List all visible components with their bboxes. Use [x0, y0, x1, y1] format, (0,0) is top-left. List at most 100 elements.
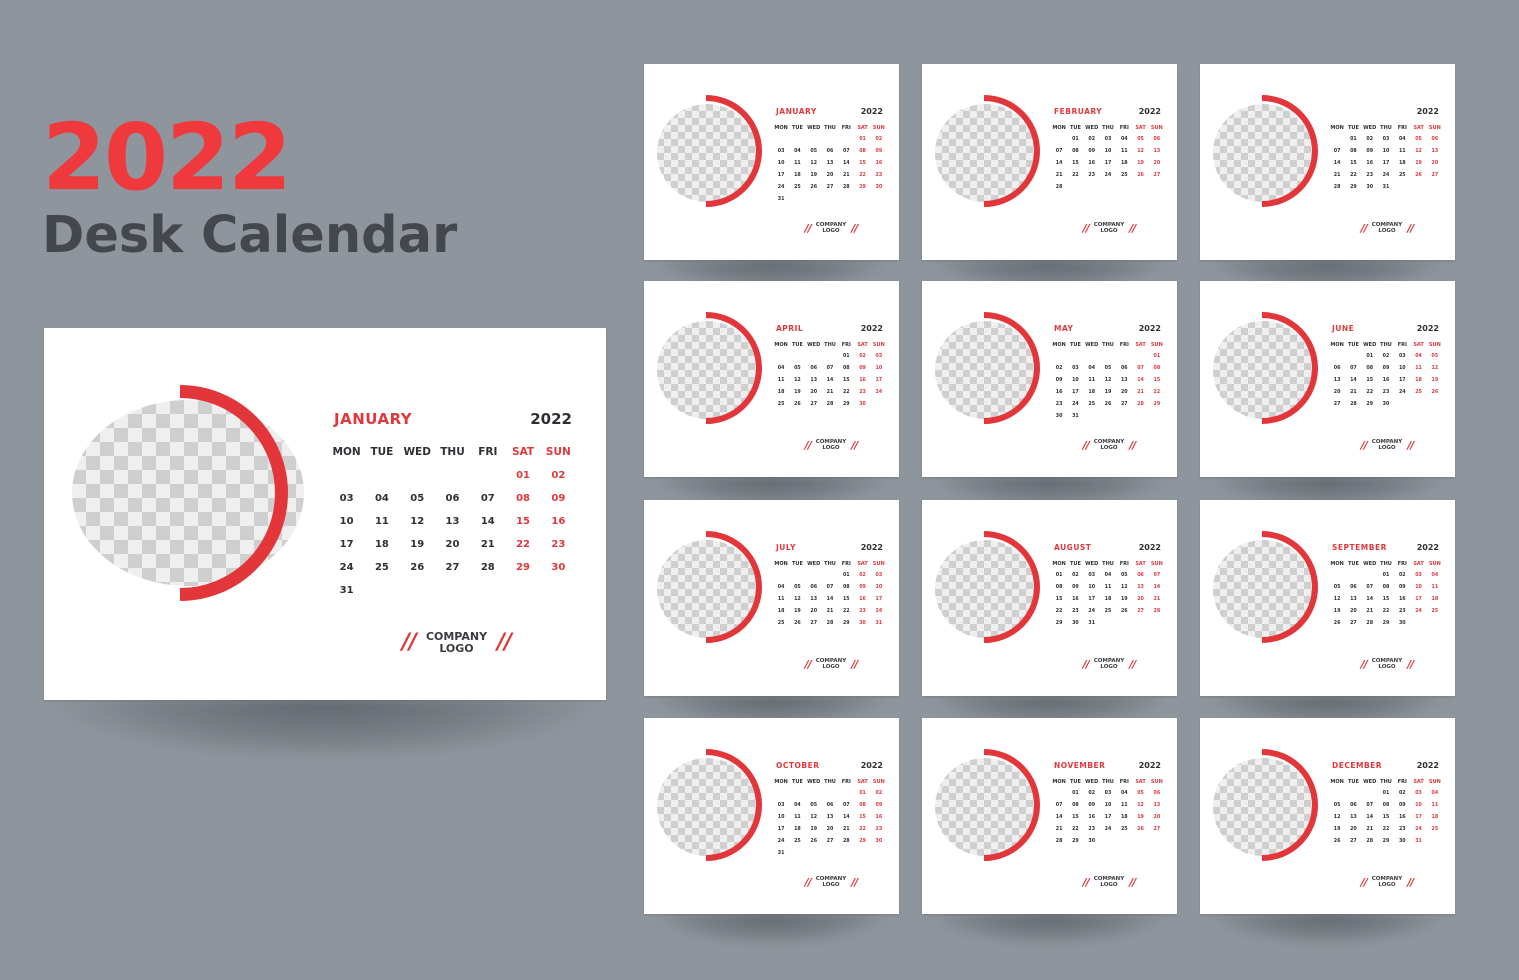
day-cell[interactable]: 02: [871, 788, 887, 800]
day-cell[interactable]: 18: [1100, 594, 1116, 606]
day-cell[interactable]: 11: [773, 594, 789, 606]
day-cell[interactable]: 20: [1345, 606, 1361, 618]
day-cell[interactable]: 17: [1100, 812, 1116, 824]
day-cell[interactable]: 08: [1067, 800, 1083, 812]
day-cell[interactable]: 18: [789, 170, 805, 182]
day-cell[interactable]: 28: [1345, 399, 1361, 411]
day-cell[interactable]: 18: [1427, 812, 1443, 824]
day-cell[interactable]: 15: [854, 812, 870, 824]
day-cell[interactable]: 05: [1100, 363, 1116, 375]
day-cell[interactable]: 31: [871, 618, 887, 630]
day-cell[interactable]: 27: [806, 399, 822, 411]
day-cell[interactable]: 20: [806, 606, 822, 618]
day-cell[interactable]: 05: [789, 363, 805, 375]
day-cell[interactable]: 15: [1378, 594, 1394, 606]
day-cell[interactable]: 04: [1116, 788, 1132, 800]
day-cell[interactable]: 02: [541, 464, 576, 487]
day-cell[interactable]: 23: [1051, 399, 1067, 411]
day-cell[interactable]: 04: [1084, 363, 1100, 375]
day-cell[interactable]: 16: [854, 375, 870, 387]
day-cell[interactable]: 10: [1394, 363, 1410, 375]
day-cell[interactable]: 25: [1394, 170, 1410, 182]
day-cell[interactable]: 01: [1051, 570, 1067, 582]
day-cell[interactable]: 25: [789, 182, 805, 194]
day-cell[interactable]: 13: [806, 594, 822, 606]
day-cell[interactable]: 03: [1410, 570, 1426, 582]
month-card-september[interactable]: SEPTEMBER 2022 MON TUE WED THU FRI SAT SUN 01 02 03…: [1200, 500, 1455, 696]
day-cell[interactable]: 06: [806, 582, 822, 594]
day-cell[interactable]: 15: [1067, 158, 1083, 170]
day-cell[interactable]: 01: [1067, 788, 1083, 800]
day-cell[interactable]: 24: [773, 182, 789, 194]
day-cell[interactable]: 19: [1132, 812, 1148, 824]
day-cell[interactable]: 22: [505, 533, 540, 556]
day-cell[interactable]: 31: [329, 579, 364, 602]
day-cell[interactable]: 14: [838, 158, 854, 170]
month-card-april[interactable]: APRIL 2022 MON TUE WED THU FRI SAT SUN 01 02 03 04 05…: [644, 281, 899, 477]
day-cell[interactable]: 09: [1394, 582, 1410, 594]
day-cell[interactable]: 08: [1149, 363, 1165, 375]
day-cell[interactable]: 25: [364, 556, 399, 579]
day-cell[interactable]: 12: [1410, 146, 1426, 158]
day-cell[interactable]: 13: [1116, 375, 1132, 387]
day-cell[interactable]: 20: [1149, 812, 1165, 824]
day-cell[interactable]: 03: [773, 800, 789, 812]
day-cell[interactable]: 05: [1427, 351, 1443, 363]
day-cell[interactable]: 10: [1410, 582, 1426, 594]
day-cell[interactable]: 11: [1394, 146, 1410, 158]
day-cell[interactable]: 09: [1067, 582, 1083, 594]
day-cell[interactable]: 07: [838, 146, 854, 158]
day-cell[interactable]: 28: [1051, 836, 1067, 848]
day-cell[interactable]: 30: [541, 556, 576, 579]
day-cell[interactable]: 08: [1067, 146, 1083, 158]
day-cell[interactable]: 01: [838, 351, 854, 363]
day-cell[interactable]: 20: [1427, 158, 1443, 170]
day-cell[interactable]: 18: [1394, 158, 1410, 170]
day-cell[interactable]: 17: [1378, 158, 1394, 170]
day-cell[interactable]: 14: [838, 812, 854, 824]
day-cell[interactable]: 25: [789, 836, 805, 848]
day-cell[interactable]: 16: [871, 158, 887, 170]
day-cell[interactable]: 13: [435, 510, 470, 533]
day-cell[interactable]: 04: [1427, 570, 1443, 582]
day-cell[interactable]: 01: [1378, 788, 1394, 800]
day-cell[interactable]: 10: [1084, 582, 1100, 594]
day-cell[interactable]: 22: [854, 170, 870, 182]
day-cell[interactable]: 17: [1067, 387, 1083, 399]
day-cell[interactable]: 14: [1132, 375, 1148, 387]
day-cell[interactable]: 07: [822, 582, 838, 594]
day-cell[interactable]: 03: [1067, 363, 1083, 375]
day-cell[interactable]: 22: [1362, 387, 1378, 399]
day-cell[interactable]: 24: [1100, 824, 1116, 836]
day-cell[interactable]: 17: [871, 375, 887, 387]
day-cell[interactable]: 26: [1410, 170, 1426, 182]
day-cell[interactable]: 29: [1378, 836, 1394, 848]
day-cell[interactable]: 29: [505, 556, 540, 579]
day-cell[interactable]: 29: [1051, 618, 1067, 630]
day-cell[interactable]: 26: [1100, 399, 1116, 411]
day-cell[interactable]: 14: [1149, 582, 1165, 594]
day-cell[interactable]: 27: [806, 618, 822, 630]
day-cell[interactable]: 20: [1345, 824, 1361, 836]
day-cell[interactable]: 08: [1378, 800, 1394, 812]
day-cell[interactable]: 09: [1394, 800, 1410, 812]
day-cell[interactable]: 29: [1362, 399, 1378, 411]
month-card-january[interactable]: JANUARY 2022 MON TUE WED THU FRI SAT SUN 01 02 03 04…: [644, 64, 899, 260]
day-cell[interactable]: 02: [871, 134, 887, 146]
day-cell[interactable]: 08: [1362, 363, 1378, 375]
day-cell[interactable]: 26: [789, 399, 805, 411]
day-cell[interactable]: 22: [1378, 824, 1394, 836]
day-cell[interactable]: 16: [1051, 387, 1067, 399]
day-cell[interactable]: 06: [1132, 570, 1148, 582]
day-cell[interactable]: 17: [1100, 158, 1116, 170]
day-cell[interactable]: 20: [1329, 387, 1345, 399]
day-cell[interactable]: 28: [822, 618, 838, 630]
day-cell[interactable]: 17: [1410, 812, 1426, 824]
day-cell[interactable]: 11: [773, 375, 789, 387]
day-cell[interactable]: 30: [854, 618, 870, 630]
day-cell[interactable]: 28: [838, 836, 854, 848]
day-cell[interactable]: 16: [1394, 594, 1410, 606]
day-cell[interactable]: 30: [1051, 411, 1067, 423]
day-cell[interactable]: 05: [1329, 582, 1345, 594]
day-cell[interactable]: 21: [1345, 387, 1361, 399]
